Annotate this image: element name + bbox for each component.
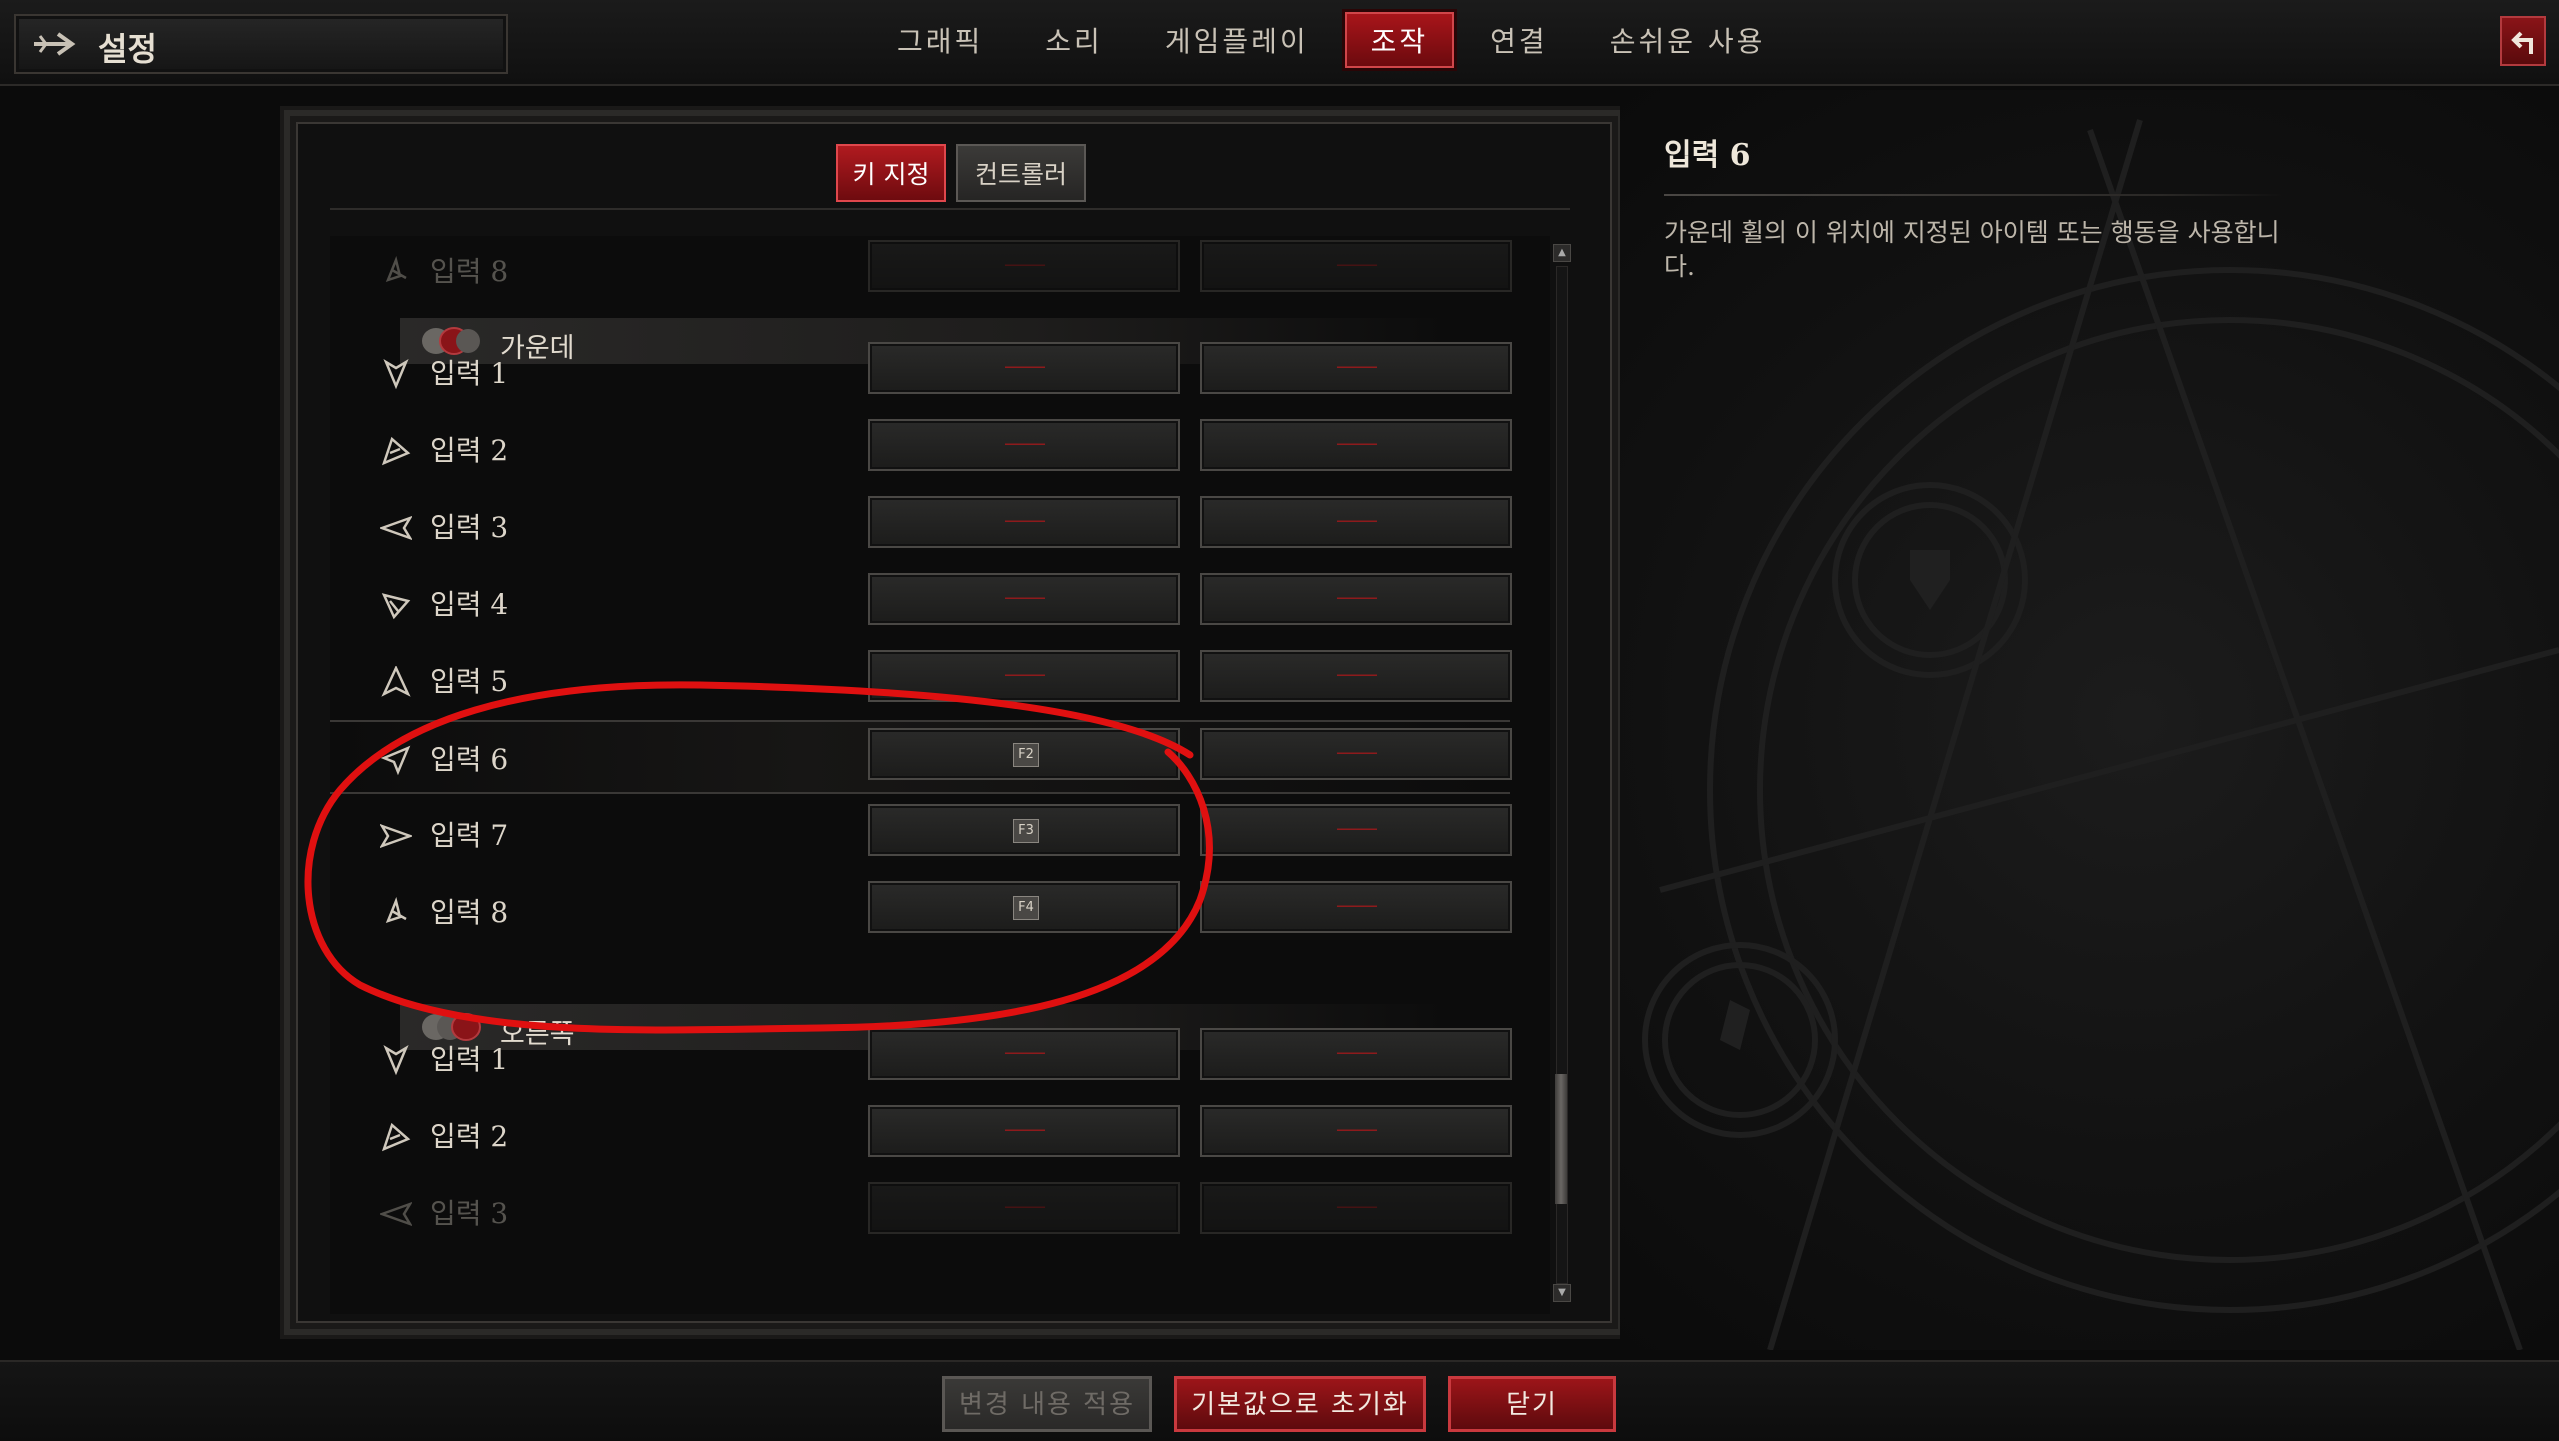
info-description: 가운데 휠의 이 위치에 지정된 아이템 또는 행동을 사용합니다. <box>1664 218 2280 281</box>
key-f4: F4 <box>1013 896 1039 920</box>
list-item[interactable]: 입력 1 —— —— <box>330 336 1512 406</box>
key-f2: F2 <box>1013 743 1039 767</box>
secondary-key-slot[interactable]: —— <box>1200 240 1512 292</box>
reset-defaults-button[interactable]: 기본값으로 초기화 <box>1174 1376 1426 1432</box>
list-item[interactable]: 입력 1 —— —— <box>330 1022 1512 1092</box>
wheel-slot-6-icon <box>380 745 411 776</box>
list-item[interactable]: 입력 3 —— —— <box>330 490 1512 560</box>
settings-tabs: 그래픽 소리 게임플레이 조작 연결 손쉬운 사용 <box>866 12 1796 72</box>
secondary-key-slot[interactable]: —— <box>1200 1028 1512 1080</box>
secondary-key-slot[interactable]: —— <box>1200 419 1512 471</box>
arrow-right-icon <box>34 32 76 56</box>
subtab-keybinding[interactable]: 키 지정 <box>836 144 946 202</box>
list-item[interactable]: 입력 2 —— —— <box>330 1099 1512 1169</box>
tab-sound[interactable]: 소리 <box>1019 12 1129 68</box>
primary-key-slot[interactable]: —— <box>868 573 1180 625</box>
keybinding-panel: 키 지정 컨트롤러 입력 8 —— —— 가운데 입력 1 —— —— 입력 2… <box>284 110 1624 1335</box>
primary-key-slot[interactable]: —— <box>868 1105 1180 1157</box>
secondary-key-slot[interactable]: —— <box>1200 496 1512 548</box>
info-title: 입력 6 <box>1664 138 1751 173</box>
primary-key-slot[interactable]: F3 <box>868 804 1180 856</box>
close-button[interactable]: 닫기 <box>1448 1376 1616 1432</box>
primary-key-slot[interactable]: —— <box>868 1182 1180 1234</box>
list-item[interactable]: 입력 4 —— —— <box>330 567 1512 637</box>
list-item-selected[interactable]: 입력 6 F2 —— <box>330 720 1512 794</box>
secondary-key-slot[interactable]: —— <box>1200 728 1512 780</box>
scrollbar[interactable]: ▲ ▼ <box>1550 244 1572 1304</box>
divider <box>330 208 1570 210</box>
scroll-down-icon[interactable]: ▼ <box>1553 1284 1571 1302</box>
secondary-key-slot[interactable]: —— <box>1200 650 1512 702</box>
scroll-up-icon[interactable]: ▲ <box>1553 244 1571 262</box>
back-button[interactable] <box>2500 16 2546 66</box>
tab-connection[interactable]: 연결 <box>1464 12 1574 68</box>
settings-title-box: 설정 <box>14 14 508 74</box>
tab-controls[interactable]: 조작 <box>1344 12 1455 68</box>
list-item[interactable]: 입력 3 —— —— <box>330 1176 1512 1246</box>
secondary-key-slot[interactable]: —— <box>1200 1182 1512 1234</box>
subtab-controller[interactable]: 컨트롤러 <box>956 144 1086 202</box>
subtabs: 키 지정 컨트롤러 <box>836 144 1096 202</box>
primary-key-slot[interactable]: —— <box>868 342 1180 394</box>
wheel-slot-2-icon <box>381 436 411 466</box>
top-bar: 설정 그래픽 소리 게임플레이 조작 연결 손쉬운 사용 <box>0 0 2559 86</box>
tab-gameplay[interactable]: 게임플레이 <box>1139 12 1335 68</box>
wheel-slot-1-icon <box>383 358 409 390</box>
secondary-key-slot[interactable]: —— <box>1200 342 1512 394</box>
list-item[interactable]: 입력 8 —— —— <box>330 236 1512 304</box>
wheel-slot-7-icon <box>380 823 412 849</box>
wheel-slot-8-icon <box>385 256 407 283</box>
page-title: 설정 <box>98 30 157 68</box>
secondary-key-slot[interactable]: —— <box>1200 881 1512 933</box>
primary-key-slot[interactable]: —— <box>868 419 1180 471</box>
tab-graphics[interactable]: 그래픽 <box>871 12 1009 68</box>
divider <box>1664 194 2284 196</box>
wheel-slot-5-icon <box>381 666 411 697</box>
primary-key-slot[interactable]: —— <box>868 240 1180 292</box>
wheel-slot-1-icon <box>383 1044 409 1076</box>
keybinding-list: 입력 8 —— —— 가운데 입력 1 —— —— 입력 2 —— —— 입력 … <box>330 236 1550 1314</box>
primary-key-slot[interactable]: —— <box>868 650 1180 702</box>
info-panel: 입력 6 가운데 휠의 이 위치에 지정된 아이템 또는 행동을 사용합니다. <box>1620 90 2559 1350</box>
list-item[interactable]: 입력 7 F3 —— <box>330 798 1512 868</box>
primary-key-slot[interactable]: —— <box>868 496 1180 548</box>
list-item[interactable]: 입력 2 —— —— <box>330 413 1512 483</box>
secondary-key-slot[interactable]: —— <box>1200 804 1512 856</box>
wheel-slot-4-icon <box>381 593 411 620</box>
bottom-bar: 변경 내용 적용 기본값으로 초기화 닫기 <box>0 1360 2559 1441</box>
list-item[interactable]: 입력 8 F4 —— <box>330 875 1512 945</box>
list-item[interactable]: 입력 5 —— —— <box>330 644 1512 714</box>
scroll-thumb[interactable] <box>1555 1074 1567 1204</box>
secondary-key-slot[interactable]: —— <box>1200 1105 1512 1157</box>
tab-accessibility[interactable]: 손쉬운 사용 <box>1584 12 1792 68</box>
primary-key-slot[interactable]: —— <box>868 1028 1180 1080</box>
wheel-slot-3-icon <box>380 515 412 541</box>
primary-key-slot[interactable]: F4 <box>868 881 1180 933</box>
wheel-slot-3-icon <box>380 1201 412 1227</box>
apply-changes-button[interactable]: 변경 내용 적용 <box>942 1376 1152 1432</box>
wheel-slot-8-icon <box>385 897 407 924</box>
key-f3: F3 <box>1013 819 1039 843</box>
secondary-key-slot[interactable]: —— <box>1200 573 1512 625</box>
return-arrow-icon <box>2511 31 2533 54</box>
wheel-slot-2-icon <box>381 1122 411 1152</box>
primary-key-slot[interactable]: F2 <box>868 728 1180 780</box>
